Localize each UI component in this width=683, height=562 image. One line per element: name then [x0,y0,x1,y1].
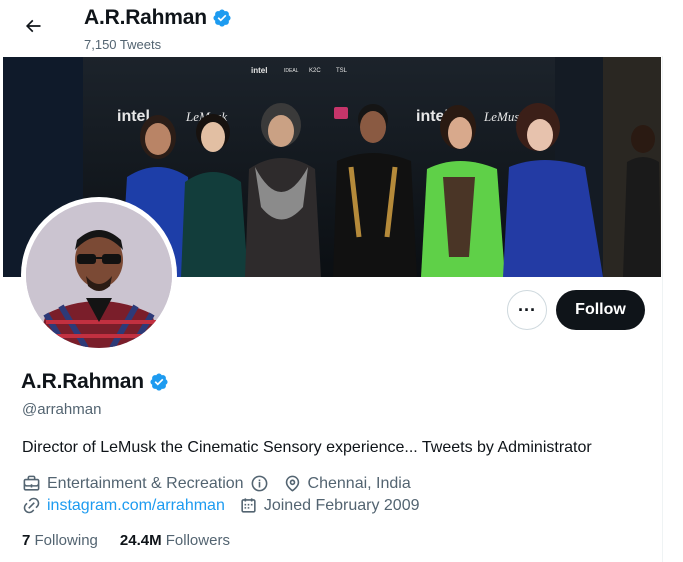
back-button[interactable] [17,12,49,44]
location-item: Chennai, India [283,474,411,493]
banner-logo-text: intel [251,66,267,75]
link-icon [22,496,41,515]
follow-stats: 7 Following 24.4M Followers [22,532,230,549]
category-label: Entertainment & Recreation [47,474,244,492]
following-stat[interactable]: 7 Following [22,532,98,549]
location-pin-icon [283,474,302,493]
arrow-left-icon [23,16,43,41]
avatar-image [26,202,172,348]
following-label: Following [34,532,98,549]
profile-meta-row-2: instagram.com/arrahman Joined February 2… [22,496,420,515]
followers-stat[interactable]: 24.4M Followers [120,532,230,549]
profile-avatar[interactable] [21,197,177,353]
location-label: Chennai, India [307,474,411,492]
profile-meta-row: Entertainment & Recreation Chennai, Indi… [22,474,411,493]
website-item: instagram.com/arrahman [22,496,225,515]
following-count: 7 [22,532,31,549]
svg-text:K2C: K2C [309,68,321,74]
briefcase-icon [22,474,41,493]
header-title: A.R.Rahman [84,6,232,30]
profile-bio: Director of LeMusk the Cinematic Sensory… [22,439,592,456]
profile-name: A.R.Rahman [21,370,169,394]
followers-count: 24.4M [119,532,162,549]
verified-badge-icon[interactable] [149,372,169,392]
more-icon: ··· [518,299,536,320]
joined-label: Joined February 2009 [263,496,420,514]
svg-text:IDEAL: IDEAL [284,68,299,74]
category-item: Entertainment & Recreation [22,474,269,493]
followers-label: Followers [165,532,230,549]
calendar-icon [239,496,258,515]
display-name: A.R.Rahman [21,370,144,393]
profile-page: A.R.Rahman 7,150 Tweets intel IDEAL K2C [0,0,663,562]
tweet-count: 7,150 Tweets [84,37,162,52]
profile-handle: @arrahman [22,401,102,418]
info-icon[interactable] [250,474,269,493]
verified-badge-icon [212,8,232,28]
follow-button[interactable]: Follow [556,290,645,330]
svg-text:TSL: TSL [336,68,348,74]
header-display-name: A.R.Rahman [84,6,207,29]
profile-header: A.R.Rahman 7,150 Tweets [0,0,663,56]
more-options-button[interactable]: ··· [507,290,547,330]
website-link[interactable]: instagram.com/arrahman [47,497,225,515]
joined-item: Joined February 2009 [239,496,420,515]
